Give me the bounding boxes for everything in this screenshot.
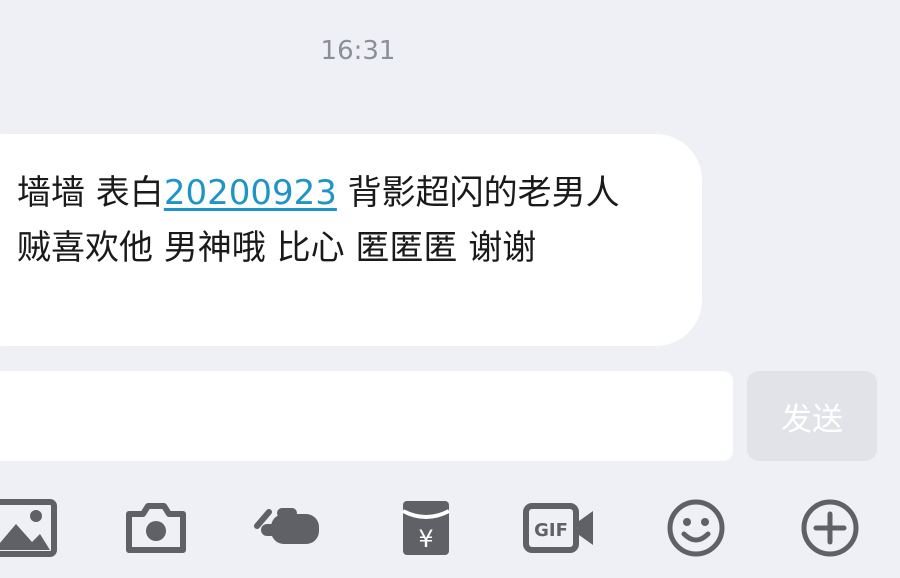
message-input[interactable] bbox=[0, 371, 733, 461]
message-date-link[interactable]: 20200923 bbox=[164, 173, 337, 213]
message-bubble: 墙墙 表白20200923 背影超闪的老男人 贼喜欢他 男神哦 比心 匿匿匿 谢… bbox=[0, 134, 702, 346]
image-button[interactable] bbox=[0, 488, 64, 568]
emoji-button[interactable] bbox=[654, 488, 738, 568]
image-icon bbox=[0, 496, 58, 560]
poke-button[interactable] bbox=[250, 488, 334, 568]
emoji-icon bbox=[666, 498, 726, 558]
message-text-prefix: 墙墙 表白 bbox=[17, 173, 164, 213]
camera-icon bbox=[125, 502, 187, 554]
red-packet-button[interactable]: ¥ bbox=[384, 488, 468, 568]
red-packet-symbol: ¥ bbox=[418, 525, 433, 553]
plus-icon bbox=[800, 498, 860, 558]
camera-button[interactable] bbox=[114, 488, 198, 568]
toolbar: ¥ GIF bbox=[0, 488, 900, 568]
gif-label: GIF bbox=[534, 520, 568, 541]
gif-icon: GIF bbox=[523, 503, 597, 553]
plus-button[interactable] bbox=[788, 488, 872, 568]
gif-button[interactable]: GIF bbox=[518, 488, 602, 568]
red-packet-icon: ¥ bbox=[401, 499, 451, 557]
send-button[interactable]: 发送 bbox=[747, 371, 877, 461]
poke-icon bbox=[253, 506, 331, 550]
timestamp: 16:31 bbox=[320, 36, 396, 66]
